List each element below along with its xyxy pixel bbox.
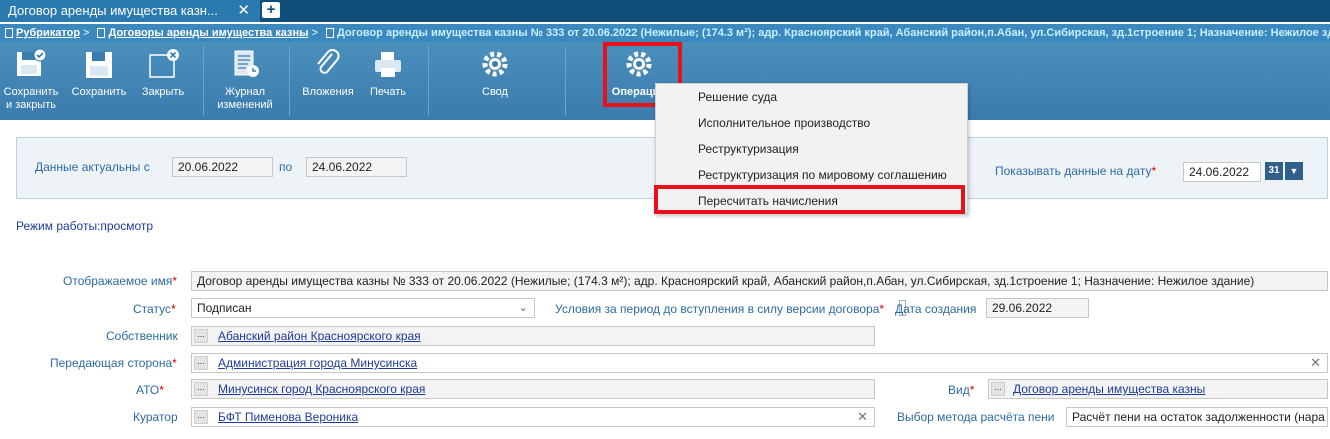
save-close-button[interactable]: Сохранить и закрыть [0,42,62,120]
status-select[interactable]: Подписан ⌄ [191,298,535,318]
tab-close-icon[interactable]: ✕ [237,0,250,22]
breadcrumb-item-contracts[interactable]: Договоры аренды имущества казны [92,24,309,42]
ato-label: АТО* [136,383,164,397]
menu-item-enforcement[interactable]: Исполнительное производство [698,116,870,130]
toolbar-divider [289,46,290,116]
document-icon [97,28,106,38]
lookup-dots-icon[interactable]: ... [194,382,208,396]
save-close-icon [17,48,47,76]
ato-field[interactable]: ... Минусинск город Красноярского края [191,379,875,399]
journal-button[interactable]: Журнал изменений [210,42,280,120]
kind-label: Вид* [948,383,975,397]
kind-field[interactable]: ... Договор аренды имущества казны [988,379,1328,399]
chevron-down-icon[interactable]: ⌄ [519,299,528,317]
created-label: Дата создания [895,302,977,316]
conditions-label: Условия за период до вступления в силу в… [555,302,885,316]
paperclip-icon [317,49,340,74]
save-icon [86,52,112,78]
calendar-icon[interactable]: 31 [1265,162,1283,180]
menu-item-court-decision[interactable]: Решение суда [698,90,777,104]
document-icon [326,28,334,38]
on-date-label: Показывать данные на дату* [995,164,1157,178]
breadcrumb-current: Договор аренды имущества казны № 333 от … [321,24,1330,42]
journal-icon [234,50,259,77]
lookup-dots-icon[interactable]: ... [991,382,1005,396]
owner-label: Собственник [106,329,178,343]
clear-icon[interactable]: ✕ [857,408,868,426]
transfer-label: Передающая сторона* [50,356,177,370]
tab-contract[interactable]: Договор аренды имущества казн... ✕ [0,0,260,22]
display-name-label: Отображаемое имя* [63,274,178,288]
menu-item-restructuring[interactable]: Реструктуризация [698,142,799,156]
toolbar-divider [428,46,429,116]
curator-label: Куратор [133,410,178,424]
printer-icon [375,52,401,77]
wrench-gear-icon [482,51,508,77]
close-window-icon [149,49,179,78]
chevron-down-icon[interactable]: ▼ [1285,162,1303,180]
tab-add-button[interactable]: + [262,2,280,18]
period-from-field[interactable]: 20.06.2022 [172,157,273,177]
attachments-button[interactable]: Вложения [296,42,360,120]
penalty-label: Выбор метода расчёта пени [897,410,1055,424]
close-button[interactable]: Закрыть [134,42,192,120]
period-to-label: по [279,160,293,174]
work-mode-text: Режим работы:просмотр [16,219,154,233]
breadcrumb: Рубрикатор > Договоры аренды имущества каз… [0,24,1330,42]
lookup-dots-icon[interactable]: ... [194,329,208,343]
lookup-dots-icon[interactable]: ... [194,356,208,370]
save-button[interactable]: Сохранить [68,42,130,120]
status-label: Статус* [133,302,176,316]
breadcrumb-item-rubricator[interactable]: Рубрикатор [0,24,80,42]
toolbar-divider [203,46,204,116]
lookup-dots-icon[interactable]: ... [194,410,208,424]
print-button[interactable]: Печать [360,42,416,120]
period-from-label: Данные актуальны с [35,160,150,174]
transfer-field[interactable]: ... Администрация города Минусинска ✕ [191,353,1328,373]
display-name-field[interactable]: Договор аренды имущества казны № 333 от … [191,271,1328,291]
curator-field[interactable]: ... БФТ Пименова Вероника ✕ [191,407,875,427]
toolbar-divider [565,46,566,116]
on-date-field[interactable]: 24.06.2022 [1183,162,1261,182]
document-icon [5,28,13,38]
owner-field[interactable]: ... Абанский район Красноярского края [191,326,875,346]
tab-title: Договор аренды имущества казн... [8,3,218,18]
clear-icon[interactable]: ✕ [1310,354,1321,372]
penalty-select[interactable]: Расчёт пени на остаток задолженности (на… [1066,407,1328,427]
tab-bar: Договор аренды имущества казн... ✕ + [0,0,1330,22]
created-field[interactable]: 29.06.2022 [986,298,1089,318]
summary-button[interactable]: Свод [462,42,528,120]
period-to-field[interactable]: 24.06.2022 [306,157,407,177]
recalculate-highlight-frame [654,185,965,214]
menu-item-restructuring-settlement[interactable]: Реструктуризация по мировому соглашению [698,168,947,182]
